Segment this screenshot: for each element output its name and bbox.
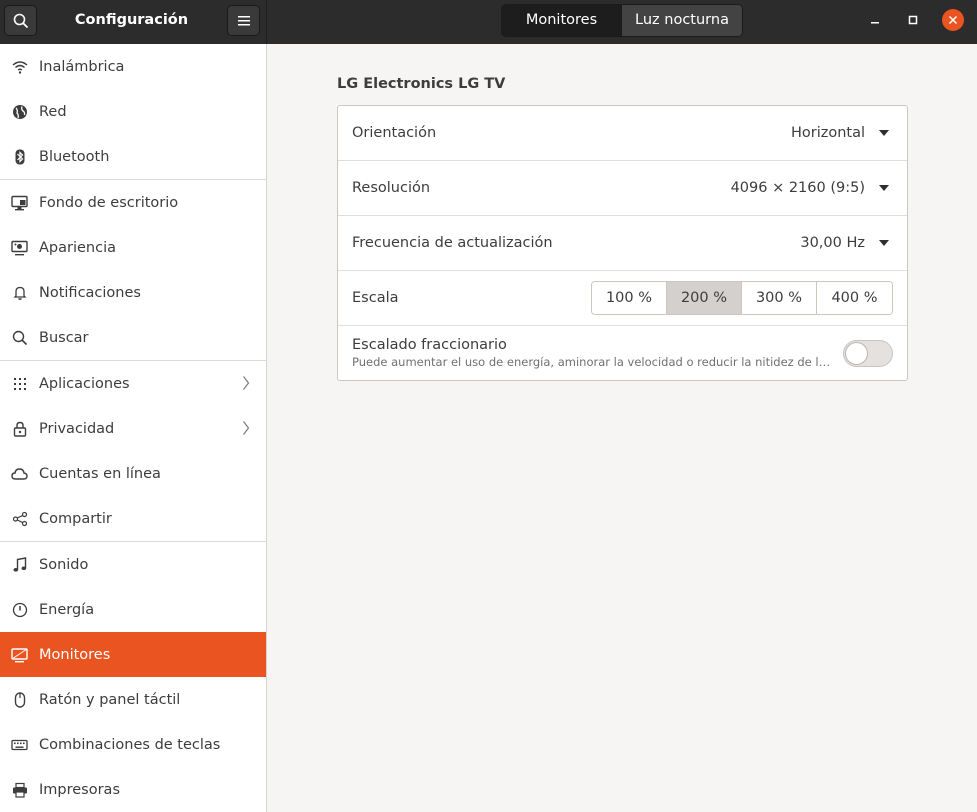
sidebar-item-label: Combinaciones de teclas xyxy=(39,736,221,753)
scale-option-100[interactable]: 100 % xyxy=(592,282,667,314)
sidebar: Inalámbrica Red Bluetooth Fondo de escri… xyxy=(0,44,267,812)
cloud-icon xyxy=(11,467,28,480)
music-note-icon xyxy=(13,556,26,572)
sidebar-item-label: Energía xyxy=(39,601,95,618)
minimize-icon xyxy=(871,22,879,24)
fractional-scaling-description: Puede aumentar el uso de energía, aminor… xyxy=(352,355,832,369)
orientation-row[interactable]: Orientación Horizontal xyxy=(338,106,907,161)
sidebar-item-raton[interactable]: Ratón y panel táctil xyxy=(0,677,266,722)
search-icon xyxy=(12,330,27,345)
refresh-rate-value[interactable]: 30,00 Hz xyxy=(800,216,865,271)
chevron-right-icon xyxy=(243,421,250,435)
printer-icon xyxy=(12,782,27,798)
refresh-rate-label: Frecuencia de actualización xyxy=(352,235,553,251)
sidebar-item-notificaciones[interactable]: Notificaciones xyxy=(0,270,266,315)
scale-row: Escala 100 % 200 % 300 % 400 % xyxy=(338,271,907,326)
wifi-icon xyxy=(12,60,27,74)
display-settings-panel: Orientación Horizontal Resolución 4096 ×… xyxy=(337,105,908,381)
sidebar-item-privacidad[interactable]: Privacidad xyxy=(0,406,266,451)
lock-icon xyxy=(13,421,26,437)
power-icon xyxy=(12,602,27,617)
sidebar-item-apariencia[interactable]: Apariencia xyxy=(0,225,266,270)
hamburger-icon xyxy=(237,15,250,25)
appearance-icon xyxy=(11,240,28,255)
header-right: Monitores Luz nocturna xyxy=(267,0,977,44)
bluetooth-icon xyxy=(15,149,24,164)
close-icon xyxy=(948,15,958,25)
sidebar-item-inalambrica[interactable]: Inalámbrica xyxy=(0,44,266,89)
sidebar-item-fondo[interactable]: Fondo de escritorio xyxy=(0,180,266,225)
sidebar-item-label: Aplicaciones xyxy=(39,375,130,392)
sidebar-item-label: Red xyxy=(39,103,67,120)
network-globe-icon xyxy=(12,104,27,119)
maximize-button[interactable] xyxy=(902,9,924,31)
view-switcher: Monitores Luz nocturna xyxy=(501,4,743,37)
resolution-label: Resolución xyxy=(352,180,431,196)
wallpaper-icon xyxy=(11,195,28,210)
sidebar-item-label: Ratón y panel táctil xyxy=(39,691,181,708)
header-bar: Configuración Monitores Luz nocturna xyxy=(0,0,977,44)
sidebar-item-combinaciones[interactable]: Combinaciones de teclas xyxy=(0,722,266,767)
scale-option-200[interactable]: 200 % xyxy=(667,282,742,314)
toggle-knob xyxy=(845,342,868,365)
mouse-icon xyxy=(14,691,25,708)
sidebar-item-label: Notificaciones xyxy=(39,284,141,301)
search-button[interactable] xyxy=(4,5,37,36)
menu-button[interactable] xyxy=(227,5,260,36)
scale-option-400[interactable]: 400 % xyxy=(817,282,892,314)
fractional-scaling-label: Escalado fraccionario xyxy=(352,337,507,353)
sidebar-item-label: Monitores xyxy=(39,646,111,663)
minimize-button[interactable] xyxy=(864,9,886,31)
sidebar-item-label: Fondo de escritorio xyxy=(39,194,179,211)
orientation-value[interactable]: Horizontal xyxy=(791,106,865,161)
tab-luz-nocturna[interactable]: Luz nocturna xyxy=(622,5,742,36)
resolution-value[interactable]: 4096 × 2160 (9:5) xyxy=(731,161,865,216)
sidebar-item-label: Buscar xyxy=(39,329,89,346)
sidebar-item-label: Compartir xyxy=(39,510,112,527)
sidebar-item-label: Impresoras xyxy=(39,781,120,798)
sidebar-item-compartir[interactable]: Compartir xyxy=(0,496,266,541)
bell-icon xyxy=(12,286,27,300)
display-icon xyxy=(11,647,28,662)
monitor-name: LG Electronics LG TV xyxy=(337,76,506,92)
keyboard-icon xyxy=(11,739,28,750)
chevron-right-icon xyxy=(243,376,250,390)
tab-monitores[interactable]: Monitores xyxy=(502,5,622,36)
sidebar-item-impresoras[interactable]: Impresoras xyxy=(0,767,266,812)
apps-grid-icon xyxy=(13,377,26,390)
sidebar-item-label: Cuentas en línea xyxy=(39,465,161,482)
refresh-rate-row[interactable]: Frecuencia de actualización 30,00 Hz xyxy=(338,216,907,271)
scale-option-300[interactable]: 300 % xyxy=(742,282,817,314)
sidebar-item-cuentas[interactable]: Cuentas en línea xyxy=(0,451,266,496)
app-title: Configuración xyxy=(74,12,189,28)
dropdown-arrow-icon xyxy=(879,185,889,191)
dropdown-arrow-icon xyxy=(879,240,889,246)
main-content: LG Electronics LG TV Orientación Horizon… xyxy=(268,44,977,812)
dropdown-arrow-icon xyxy=(879,130,889,136)
sidebar-item-label: Apariencia xyxy=(39,239,116,256)
sidebar-item-buscar[interactable]: Buscar xyxy=(0,315,266,360)
fractional-scaling-row: Escalado fraccionario Puede aumentar el … xyxy=(338,326,907,381)
maximize-icon xyxy=(908,15,918,25)
search-icon xyxy=(13,13,28,28)
sidebar-item-label: Privacidad xyxy=(39,420,115,437)
sidebar-item-red[interactable]: Red xyxy=(0,89,266,134)
sidebar-item-label: Inalámbrica xyxy=(39,58,125,75)
orientation-label: Orientación xyxy=(352,125,437,141)
scale-label: Escala xyxy=(352,290,399,306)
header-left: Configuración xyxy=(0,0,267,44)
fractional-scaling-toggle[interactable] xyxy=(843,340,893,367)
close-button[interactable] xyxy=(942,9,964,31)
sidebar-item-label: Bluetooth xyxy=(39,148,110,165)
sidebar-item-bluetooth[interactable]: Bluetooth xyxy=(0,134,266,179)
sidebar-item-aplicaciones[interactable]: Aplicaciones xyxy=(0,361,266,406)
sidebar-item-label: Sonido xyxy=(39,556,89,573)
scale-options: 100 % 200 % 300 % 400 % xyxy=(591,281,893,315)
sidebar-item-monitores[interactable]: Monitores xyxy=(0,632,266,677)
sidebar-item-energia[interactable]: Energía xyxy=(0,587,266,632)
share-icon xyxy=(12,511,27,526)
resolution-row[interactable]: Resolución 4096 × 2160 (9:5) xyxy=(338,161,907,216)
sidebar-item-sonido[interactable]: Sonido xyxy=(0,542,266,587)
